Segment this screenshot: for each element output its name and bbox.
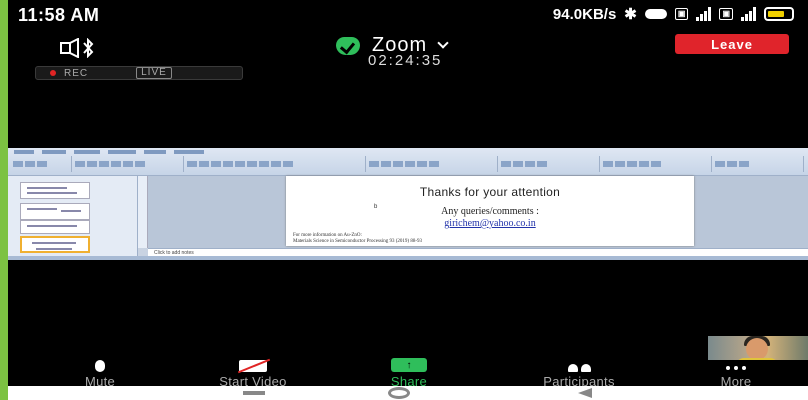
ppt-status-bar xyxy=(8,256,808,260)
start-video-button[interactable]: Start Video xyxy=(200,360,306,389)
ribbon-group xyxy=(12,156,72,172)
status-time: 11:58 AM xyxy=(18,5,100,25)
participants-button[interactable]: Participants xyxy=(514,360,644,389)
ribbon-group xyxy=(602,156,712,172)
slide-thumbnails-pane[interactable] xyxy=(8,176,138,256)
slide-email-link: girichem@yahoo.co.in xyxy=(444,218,536,229)
share-arrow-icon: ↑ xyxy=(391,358,427,372)
ribbon-group xyxy=(714,156,804,172)
recording-badge: REC LIVE xyxy=(35,66,243,80)
sim-icon: ▣ xyxy=(674,8,689,20)
ribbon-tab xyxy=(42,150,66,154)
phone-screen: 11:58 AM 94.0KB/s ✱ ▣ ▣ Zoom 02:24:35 Le… xyxy=(8,0,808,400)
back-icon[interactable] xyxy=(578,388,592,398)
microphone-icon xyxy=(95,360,105,372)
video-off-icon xyxy=(239,360,267,372)
live-label: LIVE xyxy=(136,67,172,79)
participants-icon xyxy=(567,364,591,372)
shared-screen[interactable]: Thanks for your attention b Any queries/… xyxy=(8,148,808,260)
mute-button[interactable]: Mute xyxy=(70,360,130,389)
slide-thumbnail[interactable] xyxy=(20,182,90,199)
more-dots-icon xyxy=(726,366,746,370)
chevron-down-icon xyxy=(437,36,449,49)
slide-thumbnail[interactable] xyxy=(20,220,90,234)
slide-info-line1: For more information on Au-ZnO: xyxy=(293,233,362,238)
ribbon-group xyxy=(500,156,600,172)
rec-label: REC xyxy=(64,67,89,79)
status-bar: 11:58 AM 94.0KB/s ✱ ▣ ▣ xyxy=(8,0,808,30)
ribbon-group xyxy=(186,156,366,172)
record-dot-icon xyxy=(50,70,56,76)
ribbon-group xyxy=(368,156,498,172)
current-slide[interactable]: Thanks for your attention b Any queries/… xyxy=(286,176,694,246)
leave-button[interactable]: Leave xyxy=(675,34,789,54)
ribbon-group xyxy=(74,156,184,172)
slide-thumbnail[interactable] xyxy=(20,203,90,220)
slide-thumbnail-selected[interactable] xyxy=(20,236,90,253)
slide-queries: Any queries/comments : xyxy=(441,206,539,217)
person-face xyxy=(746,338,768,360)
vertical-ruler xyxy=(138,176,148,248)
status-indicators: 94.0KB/s ✱ ▣ ▣ xyxy=(553,5,794,23)
net-speed: 94.0KB/s xyxy=(552,5,617,23)
slide-title: Thanks for your attention xyxy=(419,185,561,199)
speaker-bluetooth-icon[interactable] xyxy=(60,38,96,58)
more-button[interactable]: More xyxy=(708,360,764,389)
ribbon-tab xyxy=(74,150,100,154)
ribbon-tab xyxy=(174,150,204,154)
android-nav-bar xyxy=(8,386,808,400)
signal2-icon xyxy=(741,7,756,21)
recent-apps-icon[interactable] xyxy=(243,391,265,395)
slide-info-line2: Materials Science in Semiconductor Proce… xyxy=(293,239,422,244)
vpn-key-icon xyxy=(644,9,667,19)
ribbon-tab xyxy=(108,150,136,154)
home-icon[interactable] xyxy=(388,387,410,399)
ppt-ribbon xyxy=(8,148,808,176)
battery-icon xyxy=(764,7,794,21)
meeting-timer: 02:24:35 xyxy=(368,52,443,69)
notes-pane[interactable]: Click to add notes xyxy=(148,248,808,256)
ribbon-tab xyxy=(14,150,34,154)
meeting-toolbar: Mute Start Video ↑ Share Participants Mo… xyxy=(8,358,808,389)
shield-check-icon xyxy=(336,36,360,55)
ribbon-tab xyxy=(144,150,166,154)
sim2-icon: ▣ xyxy=(719,8,733,20)
bluetooth-icon: ✱ xyxy=(624,6,637,23)
signal-icon xyxy=(696,7,712,21)
share-button[interactable]: ↑ Share xyxy=(384,358,434,389)
